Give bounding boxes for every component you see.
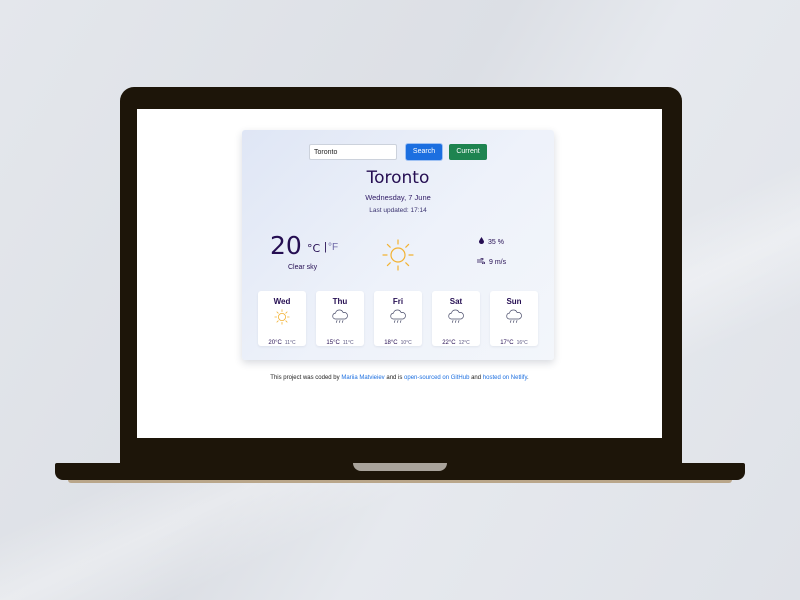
wind-value: 9 m/s: [489, 259, 507, 266]
forecast-day: Sat 22°C 12°C: [432, 291, 480, 346]
forecast-day-name: Fri: [392, 297, 404, 306]
fahrenheit-link[interactable]: °F: [328, 242, 338, 253]
forecast-temps: 22°C 12°C: [432, 331, 480, 349]
footer: This project was coded by Mariia Matviei…: [137, 375, 662, 381]
forecast-min-temp: 16°C: [516, 340, 528, 346]
forecast-max-temp: 17°C: [500, 340, 514, 346]
footer-text: This project was coded by: [270, 375, 342, 381]
footer-text: .: [527, 375, 529, 381]
celsius-link[interactable]: °C: [307, 242, 320, 255]
forecast-max-temp: 15°C: [326, 340, 340, 346]
netlify-link[interactable]: hosted on Netlify: [483, 375, 527, 381]
sun-icon: [382, 239, 414, 271]
forecast-max-temp: 20°C: [268, 340, 282, 346]
forecast-day: Thu 15°C 11°C: [316, 291, 364, 346]
current-date: Wednesday, 7 June: [365, 193, 431, 202]
forecast-min-temp: 10°C: [400, 340, 412, 346]
cloud-rain-icon: [506, 309, 522, 323]
cloud-rain-icon: [448, 309, 464, 323]
sun-icon: [274, 309, 290, 325]
laptop-notch: [353, 463, 447, 471]
forecast-min-temp: 11°C: [342, 340, 354, 346]
forecast-day: Sun 17°C 16°C: [490, 291, 538, 346]
forecast-day: Fri 18°C 10°C: [374, 291, 422, 346]
weather-description: Clear sky: [288, 264, 318, 271]
humidity-value: 35 %: [488, 239, 504, 246]
forecast-temps: 20°C 11°C: [258, 331, 306, 349]
cloud-rain-icon: [390, 309, 406, 323]
footer-text: and: [469, 375, 483, 381]
humidity: 35 %: [479, 237, 504, 246]
forecast-day: Wed 20°C 11°C: [258, 291, 306, 346]
wind: 9 m/s: [476, 257, 507, 266]
forecast-list: Wed 20°C 11°C Thu 15°C 11°C Fri 18°C 10°…: [258, 291, 540, 347]
forecast-day-name: Thu: [332, 297, 348, 306]
laptop-base-edge: [68, 480, 732, 483]
author-link[interactable]: Mariia Matvieiev: [341, 375, 384, 381]
search-button[interactable]: Search: [406, 144, 442, 160]
city-search-input[interactable]: [309, 144, 397, 160]
footer-text: and is: [384, 375, 405, 381]
wind-icon: [476, 257, 485, 266]
temperature-value: 20: [270, 231, 302, 260]
cloud-rain-icon: [332, 309, 348, 323]
search-form: Search Current: [242, 144, 554, 162]
forecast-day-name: Sun: [506, 297, 522, 306]
forecast-temps: 17°C 16°C: [490, 331, 538, 349]
forecast-day-name: Wed: [273, 297, 291, 306]
unit-separator: |: [324, 241, 327, 253]
city-name: Toronto: [366, 168, 430, 188]
forecast-temps: 18°C 10°C: [374, 331, 422, 349]
forecast-day-name: Sat: [449, 297, 463, 306]
weather-card: Search Current Toronto Wednesday, 7 June…: [242, 130, 554, 360]
forecast-max-temp: 22°C: [442, 340, 456, 346]
current-location-button[interactable]: Current: [449, 144, 487, 160]
github-link[interactable]: open-sourced on GitHub: [404, 375, 469, 381]
forecast-temps: 15°C 11°C: [316, 331, 364, 349]
forecast-min-temp: 12°C: [458, 340, 470, 346]
forecast-min-temp: 11°C: [284, 340, 296, 346]
droplet-icon: [479, 237, 484, 246]
forecast-max-temp: 18°C: [384, 340, 398, 346]
laptop-screen: Search Current Toronto Wednesday, 7 June…: [137, 109, 662, 438]
last-updated: Last updated: 17:14: [369, 207, 427, 214]
